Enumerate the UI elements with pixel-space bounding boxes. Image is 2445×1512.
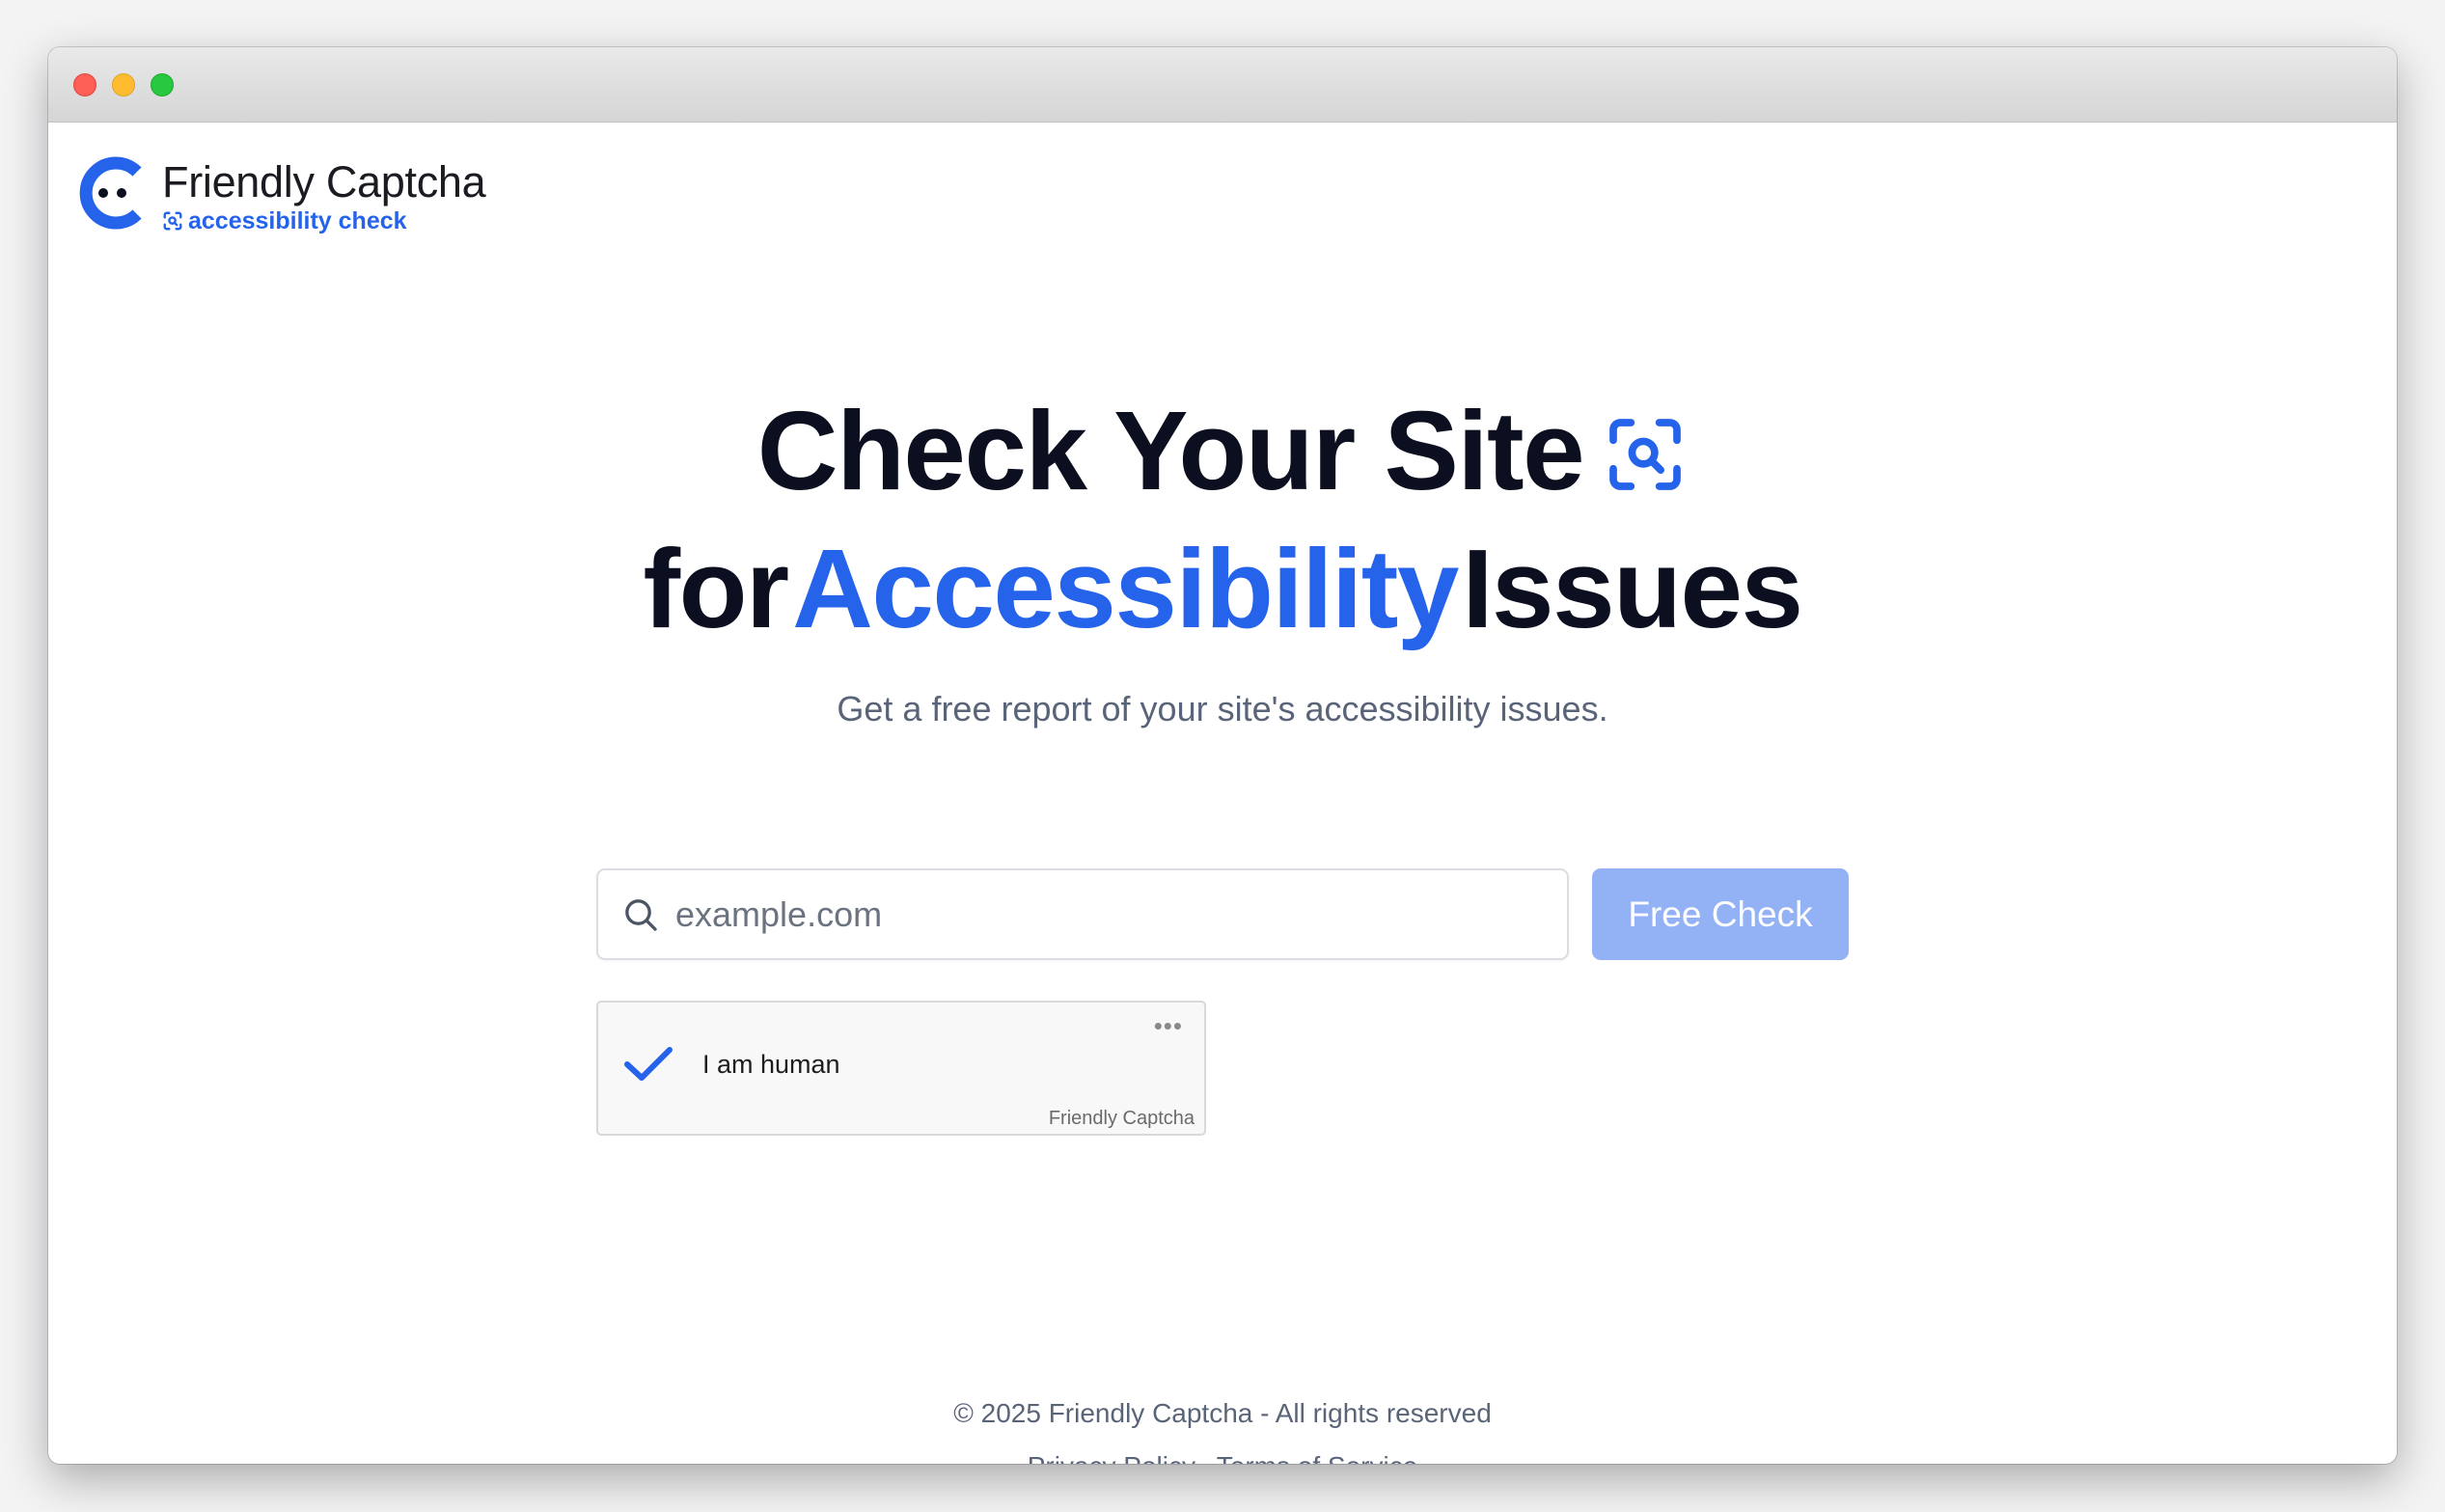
footer-links: Privacy Policy Terms of Service — [48, 1447, 2397, 1464]
footer-copyright: © 2025 Friendly Captcha - All rights res… — [953, 1398, 1492, 1428]
title-prefix: for — [643, 526, 790, 651]
logo-product-text: accessibility check — [188, 207, 407, 234]
more-dots-icon[interactable]: ••• — [1154, 1013, 1183, 1038]
title-suffix: Issues — [1462, 526, 1803, 651]
captcha-label: I am human — [702, 1050, 840, 1079]
page-title-line-2: for Accessibility Issues — [48, 526, 2397, 651]
page-title-text: Check Your Site — [756, 388, 1585, 513]
page-content: Friendly Captcha accessibility check Che… — [48, 123, 2397, 1464]
minimize-window-button[interactable] — [112, 73, 135, 96]
free-check-button[interactable]: Free Check — [1592, 868, 1849, 960]
captcha-brand-link[interactable]: Friendly Captcha — [1049, 1105, 1195, 1132]
search-icon — [625, 899, 657, 931]
friendly-captcha-logo-icon — [79, 156, 142, 230]
captcha-widget[interactable]: I am human ••• Friendly Captcha — [596, 1001, 1206, 1136]
logo-brand-name: Friendly Captcha — [162, 157, 486, 206]
browser-window: Friendly Captcha accessibility check Che… — [48, 47, 2397, 1464]
url-input-box[interactable] — [596, 868, 1569, 960]
page-title-line-1: Check Your Site — [48, 388, 2397, 513]
terms-of-service-link[interactable]: Terms of Service — [1217, 1451, 1418, 1464]
maximize-window-button[interactable] — [151, 73, 174, 96]
privacy-policy-link[interactable]: Privacy Policy — [1028, 1451, 1195, 1464]
logo-product-label: accessibility check — [162, 206, 407, 235]
title-accent-word: Accessibility — [792, 526, 1459, 651]
scan-search-icon — [1609, 419, 1682, 490]
close-window-button[interactable] — [73, 73, 96, 96]
page-subtitle: Get a free report of your site's accessi… — [837, 689, 1608, 729]
checkmark-icon — [624, 1047, 673, 1081]
window-titlebar — [48, 47, 2397, 123]
scan-search-icon — [163, 211, 182, 231]
url-input[interactable] — [675, 870, 1544, 958]
